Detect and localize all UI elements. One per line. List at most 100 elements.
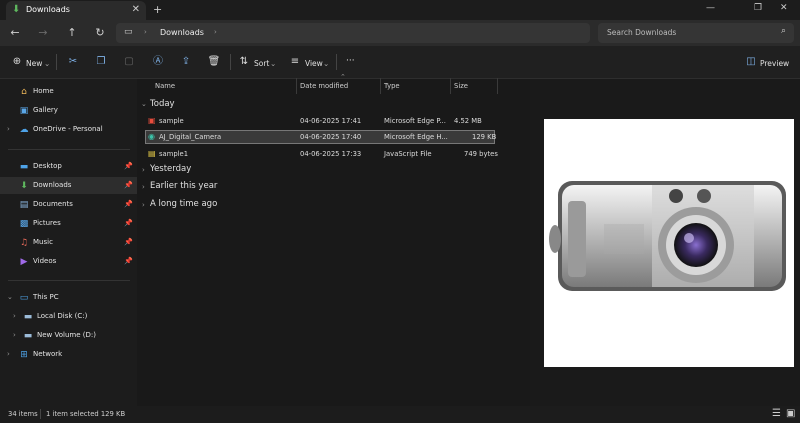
camera-icon [549,181,786,291]
divider [40,409,41,419]
column-divider[interactable] [450,78,451,94]
column-header-date[interactable]: Date modified [300,82,348,90]
breadcrumb-downloads[interactable]: Downloads [160,28,204,37]
sidebar-label: Network [33,350,63,358]
sidebar-item-home[interactable]: ⌂ Home [0,83,137,100]
music-icon: ♫ [19,238,29,248]
path-field[interactable]: ▭ › Downloads › [116,23,590,43]
refresh-button[interactable]: ↻ [93,26,107,40]
chevron-right-icon[interactable]: › [7,125,10,133]
maximize-button[interactable]: ❐ [754,3,762,13]
sidebar-label: Videos [33,257,57,265]
file-date: 04-06-2025 17:41 [300,117,362,125]
chevron-right-icon[interactable]: › [7,350,10,358]
group-long-time-ago[interactable]: A long time ago [150,199,217,209]
rename-icon[interactable]: Ⓐ [151,55,165,69]
sidebar-label: OneDrive - Personal [33,125,103,133]
table-row[interactable]: ▣ sample 04-06-2025 17:41 Microsoft Edge… [145,114,495,128]
sort-arrow-icon: ⌃ [340,73,346,81]
divider [56,54,57,70]
up-button[interactable]: ↑ [65,26,79,40]
sidebar-item-onedrive[interactable]: › ☁ OneDrive - Personal [0,121,137,138]
file-name: sample1 [159,150,189,158]
sidebar-item-gallery[interactable]: ▣ Gallery [0,102,137,119]
sidebar-item-videos[interactable]: ▶ Videos 📌 [0,253,137,270]
close-tab-icon[interactable]: ✕ [132,4,140,15]
chevron-right-icon: › [144,28,147,36]
search-input[interactable]: Search Downloads ⌕ [598,23,794,43]
file-name: AJ_Digital_Camera [159,133,222,141]
cut-icon[interactable]: ✂ [66,55,80,69]
table-row-selected[interactable]: ◉ AJ_Digital_Camera 04-06-2025 17:40 Mic… [145,130,496,144]
sidebar-item-music[interactable]: ♫ Music 📌 [0,234,137,251]
tab-downloads[interactable]: ⬇ Downloads ✕ [6,1,146,20]
title-bar: ⬇ Downloads ✕ + — ❐ ✕ [0,0,800,20]
download-icon: ⬇ [12,4,21,15]
group-yesterday[interactable]: Yesterday [150,164,191,174]
status-bar: 34 items 1 item selected 129 KB ☰ ▣ [0,406,800,423]
download-icon: ⬇ [20,181,28,191]
chevron-down-icon[interactable]: ⌄ [141,100,147,108]
divider [336,54,337,70]
drive-icon: ▬ [23,312,33,322]
chevron-right-icon[interactable]: › [13,312,16,320]
sidebar-item-local-disk-c[interactable]: › ▬ Local Disk (C:) [0,308,137,325]
paste-icon[interactable]: ▢ [122,55,136,69]
address-bar: ← → ↑ ↻ ▭ › Downloads › Search Downloads… [0,20,800,46]
preview-button[interactable]: Preview [760,59,789,68]
pin-icon: 📌 [124,219,133,227]
divider [8,280,130,281]
delete-icon[interactable]: 🗑 [207,55,221,69]
navigation-pane: ⌂ Home ▣ Gallery › ☁ OneDrive - Personal… [0,79,137,406]
preview-pane-icon: ◫ [746,56,756,67]
copy-icon[interactable]: ❐ [94,55,108,69]
close-window-button[interactable]: ✕ [780,3,788,13]
pin-icon: 📌 [124,200,133,208]
sidebar-item-this-pc[interactable]: ⌄ ▭ This PC [0,289,137,306]
sidebar-label: New Volume (D:) [37,331,96,339]
js-icon: ▤ [148,149,156,158]
new-icon: ⊕ [12,56,22,67]
view-button[interactable]: View [305,59,323,68]
sidebar-label: Home [33,87,54,95]
column-header-type[interactable]: Type [384,82,400,90]
column-divider[interactable] [380,78,381,94]
search-icon: ⌕ [780,26,786,36]
forward-button[interactable]: → [36,26,50,40]
column-divider[interactable] [296,78,297,94]
sidebar-item-new-volume-d[interactable]: › ▬ New Volume (D:) [0,327,137,344]
item-count: 34 items [8,410,38,418]
new-tab-button[interactable]: + [153,3,162,16]
sidebar-label: Local Disk (C:) [37,312,88,320]
new-button[interactable]: New [26,59,42,68]
minimize-button[interactable]: — [706,3,715,13]
chevron-down-icon[interactable]: ⌄ [7,293,13,301]
file-type: Microsoft Edge P... [384,117,446,125]
sidebar-item-desktop[interactable]: ▬ Desktop 📌 [0,158,137,175]
sort-button[interactable]: Sort [254,59,269,68]
drive-icon: ▬ [23,331,33,341]
chevron-right-icon[interactable]: › [142,183,145,191]
column-header-size[interactable]: Size [454,82,468,90]
share-icon[interactable]: ⇪ [179,55,193,69]
sidebar-item-pictures[interactable]: ▩ Pictures 📌 [0,215,137,232]
table-row[interactable]: ▤ sample1 04-06-2025 17:33 JavaScript Fi… [145,147,498,161]
group-today[interactable]: Today [150,99,175,109]
more-options-button[interactable]: ··· [346,56,355,66]
details-view-icon[interactable]: ☰ [772,408,781,419]
chevron-right-icon[interactable]: › [13,331,16,339]
chevron-right-icon[interactable]: › [142,166,145,174]
divider [230,54,231,70]
back-button[interactable]: ← [8,26,22,40]
column-header-name[interactable]: Name [155,82,175,90]
group-earlier-this-year[interactable]: Earlier this year [150,181,217,191]
sidebar-label: Documents [33,200,73,208]
chevron-right-icon[interactable]: › [142,201,145,209]
column-divider[interactable] [497,78,498,94]
sidebar-item-downloads[interactable]: ⬇ Downloads 📌 [0,177,137,194]
sidebar-item-documents[interactable]: ▤ Documents 📌 [0,196,137,213]
divider [8,149,130,150]
tiles-view-icon[interactable]: ▣ [786,408,795,419]
pin-icon: 📌 [124,257,133,265]
sidebar-item-network[interactable]: › ⊞ Network [0,346,137,363]
